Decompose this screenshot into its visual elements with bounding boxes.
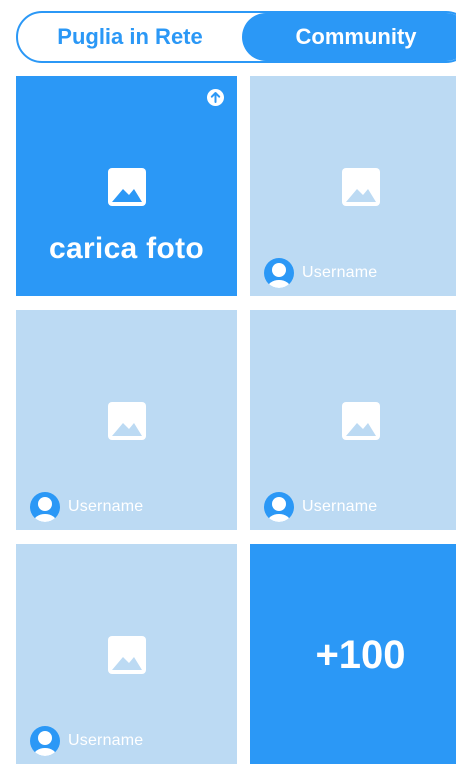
more-photos-tile[interactable]: +100 [250,544,456,764]
photo-author: Username [264,492,377,522]
username-label: Username [302,498,378,515]
username-label: Username [68,498,144,515]
user-avatar-icon [264,492,294,522]
photo-tile[interactable]: Username [250,76,456,296]
user-avatar-icon [264,258,294,288]
image-placeholder-icon [341,402,380,440]
photo-author: Username [30,726,143,756]
user-avatar-icon [30,726,60,756]
upload-arrow-icon[interactable] [207,89,224,106]
image-placeholder-icon [107,168,146,206]
segmented-tab-control: Puglia in Rete Community [16,11,456,63]
photo-tile[interactable]: Username [16,544,237,764]
photo-author: Username [30,492,143,522]
tab-community[interactable]: Community [242,13,456,61]
username-label: Username [302,264,378,281]
photo-author: Username [264,258,377,288]
more-photos-count: +100 [315,633,406,677]
photo-tile[interactable]: Username [250,310,456,530]
image-placeholder-icon [107,402,146,440]
tab-puglia-in-rete[interactable]: Puglia in Rete [18,13,242,61]
image-placeholder-icon [341,168,380,206]
photo-tile[interactable]: Username [16,310,237,530]
upload-photo-tile[interactable]: carica foto [16,76,237,296]
username-label: Username [68,732,144,749]
user-avatar-icon [30,492,60,522]
upload-photo-label: carica foto [48,232,204,265]
image-placeholder-icon [107,636,146,674]
